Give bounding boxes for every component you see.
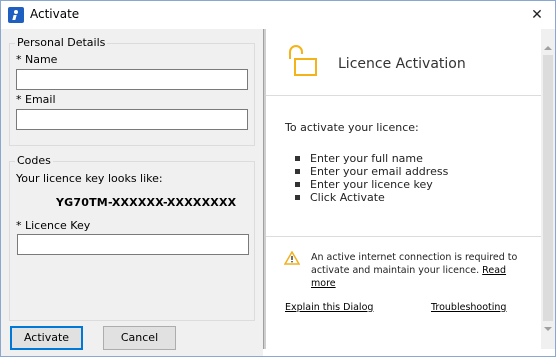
unlock-icon: [289, 45, 317, 76]
activation-intro: To activate your licence:: [285, 121, 419, 134]
email-label: * Email: [16, 93, 56, 106]
codes-title: Codes: [15, 154, 53, 167]
form-panel: Personal Details * Name * Email Codes Yo…: [1, 29, 263, 356]
email-field[interactable]: [16, 109, 248, 130]
licence-key-hint: Your licence key looks like:: [16, 172, 163, 185]
codes-group: Codes Your licence key looks like: YG70T…: [9, 154, 255, 321]
scroll-down-icon[interactable]: [544, 327, 552, 331]
licence-key-label: * Licence Key: [16, 219, 91, 232]
window-title: Activate: [30, 7, 80, 21]
info-separator: [266, 236, 541, 237]
warning-icon: [284, 251, 300, 265]
step-item: Enter your full name: [295, 152, 423, 165]
heading-separator: [266, 95, 541, 96]
licence-key-sample: YG70TM-XXXXXX-XXXXXXXX: [56, 196, 237, 209]
scroll-up-icon[interactable]: [544, 46, 552, 50]
licence-key-field[interactable]: [17, 234, 249, 255]
scroll-thumb[interactable]: [543, 55, 553, 321]
step-item: Enter your email address: [294, 165, 449, 178]
name-label: * Name: [16, 53, 58, 66]
troubleshooting-link[interactable]: Troubleshooting: [431, 302, 506, 313]
personal-details-title: Personal Details: [15, 36, 108, 49]
app-icon: [8, 7, 24, 23]
name-field[interactable]: [16, 69, 248, 90]
cancel-button[interactable]: Cancel: [103, 326, 176, 350]
close-button[interactable]: ✕: [525, 4, 549, 26]
title-bar: Activate ✕: [1, 1, 555, 29]
internet-warning: An active internet connection is require…: [311, 251, 521, 290]
info-scrollbar[interactable]: [541, 29, 555, 349]
activate-button[interactable]: Activate: [10, 326, 83, 350]
info-panel: Licence Activation To activate your lice…: [266, 29, 541, 349]
step-item: Enter your licence key: [295, 178, 433, 191]
activate-dialog: Activate ✕ Personal Details * Name * Ema…: [0, 0, 556, 357]
step-item: Click Activate: [295, 191, 385, 204]
activation-heading: Licence Activation: [338, 56, 466, 72]
explain-dialog-link[interactable]: Explain this Dialog: [285, 302, 373, 313]
personal-details-group: Personal Details * Name * Email: [9, 36, 255, 146]
